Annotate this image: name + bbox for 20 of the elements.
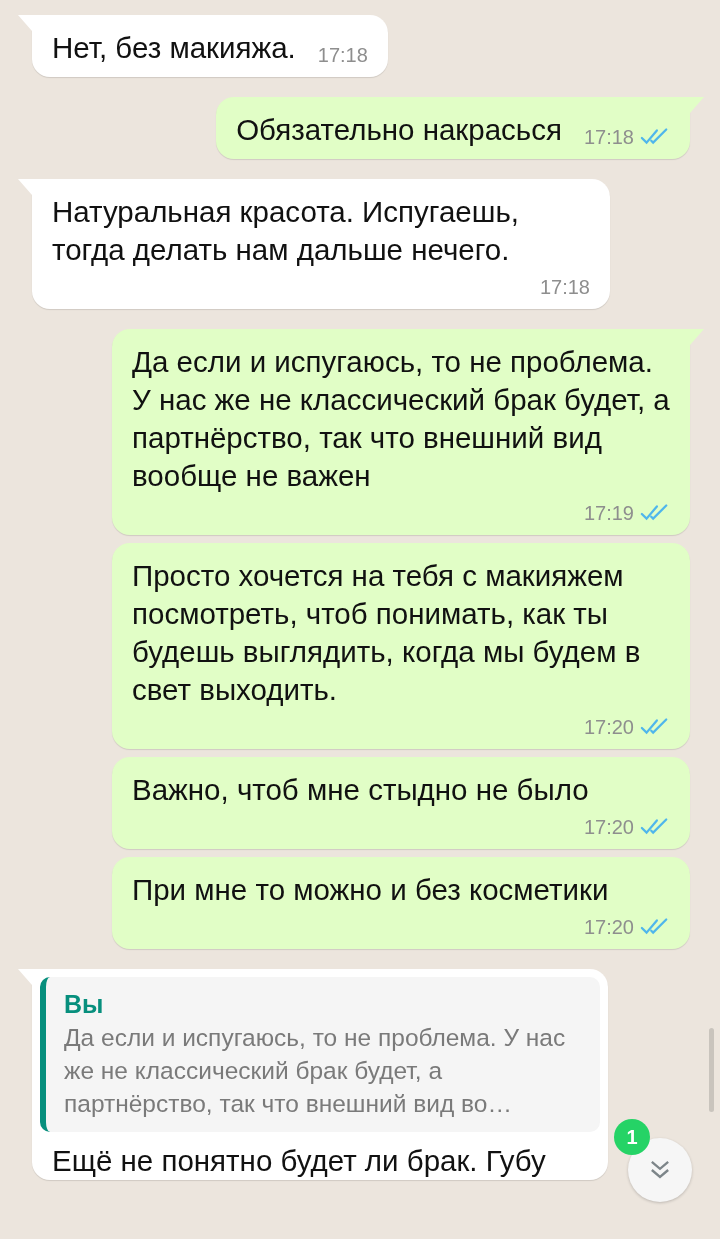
message-time: 17:20 [583, 915, 634, 939]
message-text: При мне то можно и без косметики [132, 872, 610, 908]
message-text: Нет, без макияжа. [52, 30, 296, 66]
message-text: Да если и испугаюсь, то не проблема. У нас же не классический брак будет, а партнёрство, так что внешний вид вообще не важен [132, 344, 670, 494]
message-time: 17:18 [317, 43, 368, 67]
quote-author: Вы [64, 989, 105, 1020]
message-time: 17:20 [583, 715, 634, 739]
message-time: 17:18 [539, 275, 590, 299]
message-time: 17:18 [583, 125, 634, 149]
message-time: 17:19 [583, 501, 634, 525]
scrollbar[interactable] [709, 1028, 714, 1112]
message-text: Обязательно накрасься [236, 112, 562, 148]
message-text: Важно, чтоб мне стыдно не было [132, 772, 590, 808]
message-text: Натуральная красота. Испугаешь, тогда делать нам дальше нечего. [52, 194, 520, 268]
quoted-message[interactable]: Вы Да если и испугаюсь, то не проблема. У нас же не классический брак будет, а партнёрство, так что внешний вид во… [40, 977, 600, 1132]
message-text: Просто хочется на тебя с макияжем посмотреть, чтоб понимать, как ты будешь выглядить, когда мы будем в свет выходить. [132, 558, 642, 708]
unread-count-badge: 1 [614, 1119, 650, 1155]
message-time: 17:20 [583, 815, 634, 839]
quote-text: Да если и испугаюсь, то не проблема. У нас же не классический брак будет, а партнёрство, так что внешний вид во… [64, 1023, 567, 1119]
message-text: Ещё не понятно будет ли брак. Губу [52, 1143, 547, 1179]
